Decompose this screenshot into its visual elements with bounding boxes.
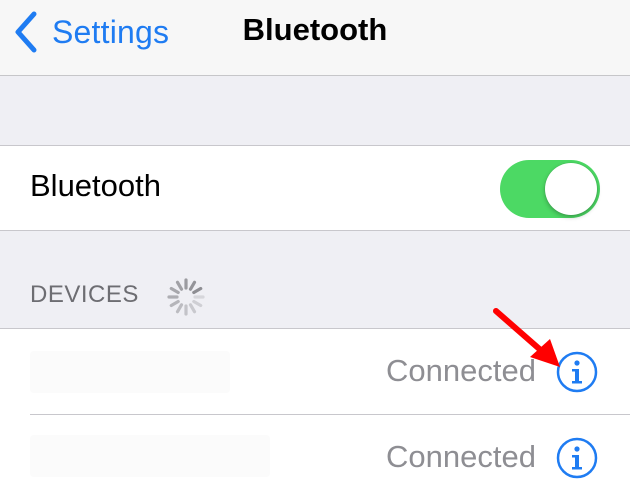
device-name-redacted bbox=[30, 351, 230, 393]
spinner-spoke bbox=[175, 280, 184, 291]
activity-spinner-icon bbox=[167, 278, 205, 316]
spinner-spoke bbox=[192, 286, 203, 295]
info-circle-icon[interactable] bbox=[556, 437, 598, 479]
navigation-bar: Settings Bluetooth bbox=[0, 0, 630, 76]
bluetooth-toggle-row: Bluetooth bbox=[0, 145, 630, 231]
spinner-spoke bbox=[169, 299, 180, 308]
device-row[interactable]: Connected bbox=[0, 415, 630, 501]
red-arrow-icon bbox=[493, 308, 560, 367]
bluetooth-toggle[interactable] bbox=[500, 160, 600, 218]
bluetooth-label: Bluetooth bbox=[30, 168, 161, 203]
device-name-redacted bbox=[30, 435, 270, 477]
devices-section-header: DEVICES bbox=[30, 281, 139, 308]
spinner-spoke bbox=[175, 303, 184, 314]
spinner-spoke bbox=[188, 303, 197, 314]
spinner-spoke bbox=[169, 286, 180, 295]
device-status: Connected bbox=[386, 439, 536, 474]
spinner-spoke bbox=[192, 299, 203, 308]
spinner-spoke bbox=[188, 280, 197, 291]
toggle-knob bbox=[545, 163, 597, 215]
page-title: Bluetooth bbox=[242, 12, 388, 47]
